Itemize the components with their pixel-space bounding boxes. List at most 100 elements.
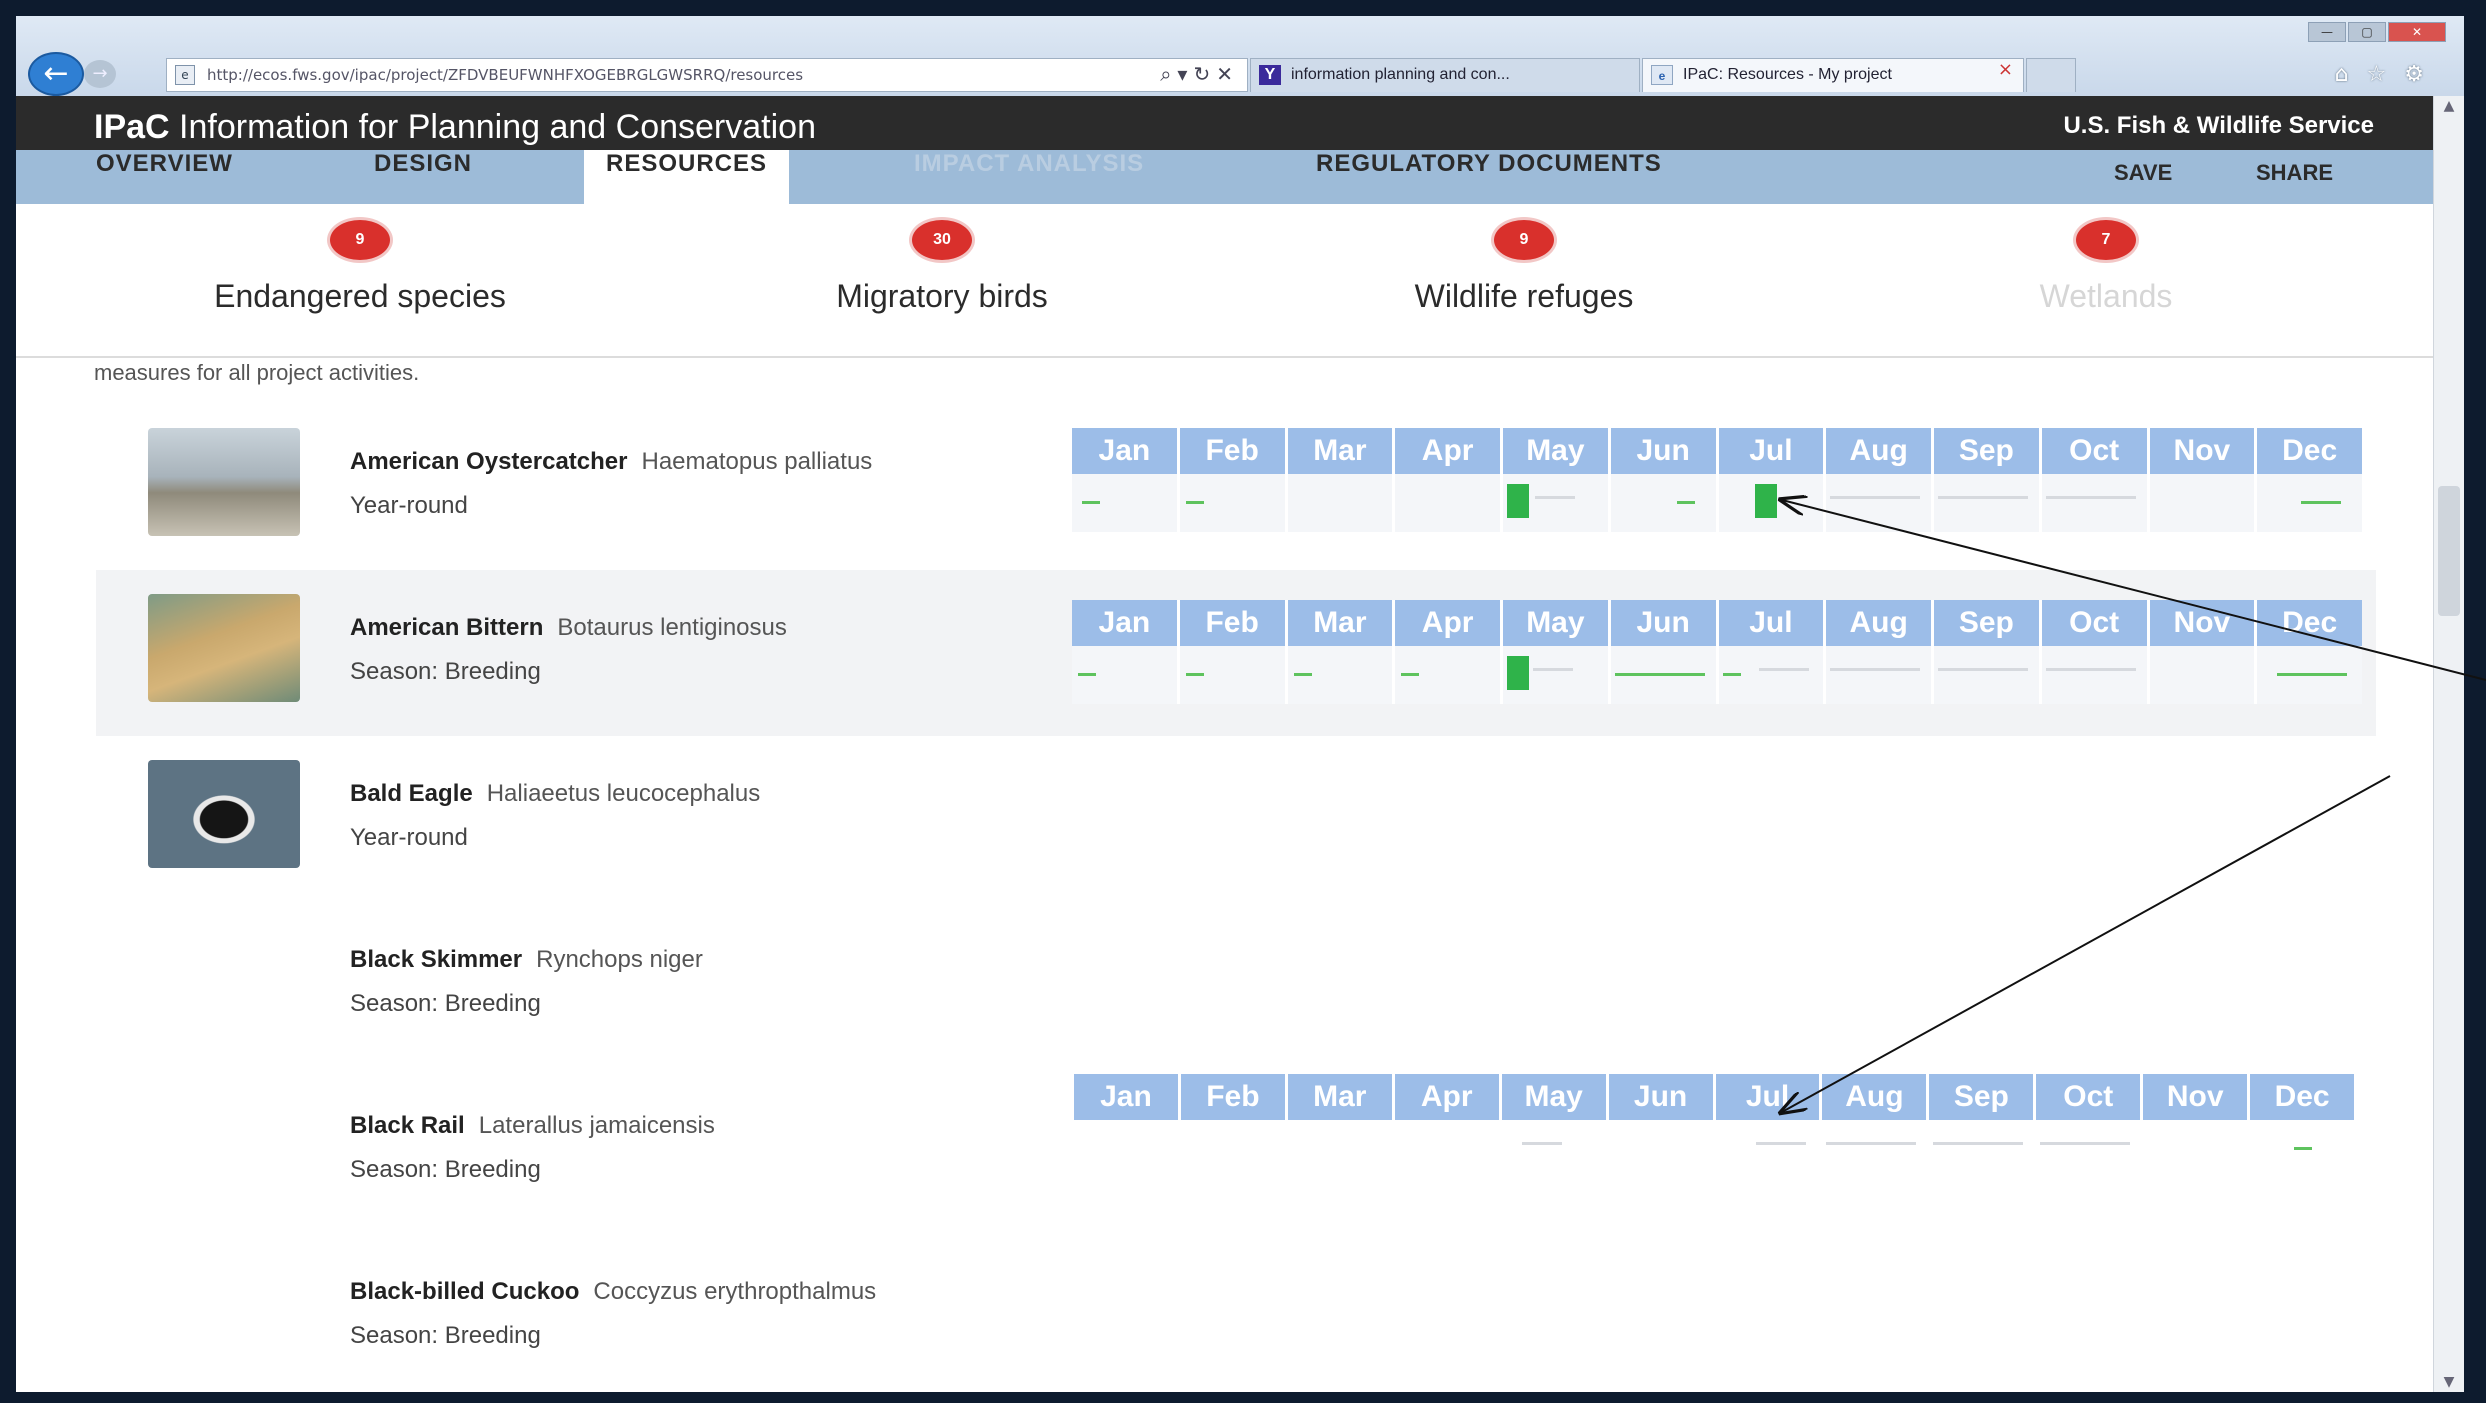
- month-label: Oct: [2042, 428, 2150, 474]
- browser-tab-search[interactable]: Y information planning and con...: [1250, 58, 1640, 92]
- month-label: Nov: [2143, 1074, 2251, 1120]
- new-tab-button[interactable]: [2026, 58, 2076, 92]
- scientific-name: Coccyzus erythropthalmus: [593, 1278, 877, 1305]
- tab-regulatory-documents[interactable]: REGULATORY DOCUMENTS: [1316, 150, 1662, 204]
- close-tab-icon[interactable]: ×: [1998, 59, 2013, 80]
- month-label: Nov: [2150, 428, 2258, 474]
- scroll-thumb[interactable]: [2438, 486, 2460, 616]
- bird-name-line: American Bittern Botaurus lentiginosus: [350, 614, 787, 642]
- presence-calendar-oystercatcher: Jan Feb Mar Apr May Jun Jul Aug Sep Oct Nov Dec: [1072, 428, 2362, 532]
- address-bar[interactable]: e http://ecos.fws.gov/ipac/project/ZFDVB…: [166, 58, 1248, 92]
- presence-mark: [2045, 496, 2136, 499]
- presence-mark: [1676, 501, 1695, 504]
- category-wetlands[interactable]: 7 Wetlands: [1896, 204, 2316, 315]
- tab-overview[interactable]: OVERVIEW: [96, 150, 233, 204]
- month-label: Jan: [1074, 1074, 1181, 1120]
- month-label: Aug: [1822, 1074, 1930, 1120]
- bird-photo: [148, 760, 300, 868]
- presence-mark: [1535, 496, 1575, 499]
- scroll-down-icon[interactable]: ▼: [2434, 1374, 2464, 1390]
- month-cell: [1288, 646, 1396, 704]
- month-cell: [1074, 1120, 1181, 1178]
- month-label: May: [1502, 1074, 1609, 1120]
- url-text[interactable]: http://ecos.fws.gov/ipac/project/ZFDVBEU…: [207, 66, 1067, 84]
- month-cell: [1716, 1120, 1823, 1178]
- site-icon: e: [175, 65, 195, 85]
- category-migratory-birds[interactable]: 30 Migratory birds: [732, 204, 1152, 315]
- common-name: American Oystercatcher: [350, 448, 628, 475]
- forward-arrow-icon[interactable]: →: [84, 60, 116, 88]
- month-label: Feb: [1180, 428, 1288, 474]
- favorites-star-icon[interactable]: ☆: [2367, 62, 2405, 87]
- bird-row[interactable]: Black-billed Cuckoo Coccyzus erythropthal…: [96, 1234, 2376, 1392]
- bird-name-line: Black Rail Laterallus jamaicensis: [350, 1112, 715, 1140]
- app-title[interactable]: IPaC Information for Planning and Conser…: [94, 108, 816, 147]
- month-label: Sep: [1934, 600, 2042, 646]
- month-label: Jan: [1072, 600, 1180, 646]
- month-cell: [1288, 474, 1396, 532]
- month-cell: [1826, 474, 1934, 532]
- month-cell: [1826, 646, 1934, 704]
- scroll-up-icon[interactable]: ▲: [2434, 98, 2464, 114]
- month-label: Mar: [1288, 428, 1396, 474]
- month-label: Apr: [1395, 1074, 1502, 1120]
- month-label: Aug: [1826, 428, 1934, 474]
- browser-tab-ipac[interactable]: e IPaC: Resources - My project ×: [1642, 58, 2024, 92]
- yahoo-icon: Y: [1259, 65, 1281, 85]
- presence-mark: [1185, 501, 1204, 504]
- presence-bar: [1754, 484, 1777, 518]
- month-label: May: [1503, 600, 1611, 646]
- month-cell: [1929, 1120, 2037, 1178]
- category-label: Wetlands: [2039, 278, 2173, 314]
- share-button[interactable]: SHARE: [2256, 160, 2333, 186]
- month-label: Dec: [2282, 606, 2338, 639]
- month-cell: [1181, 1120, 1288, 1178]
- brand-full: Information for Planning and Conservatio…: [179, 108, 816, 146]
- presence-row: [1074, 1120, 2354, 1178]
- common-name: Bald Eagle: [350, 780, 473, 807]
- home-icon[interactable]: ⌂: [2335, 62, 2367, 87]
- category-endangered-species[interactable]: 9 Endangered species: [150, 204, 570, 315]
- bird-name-line: Bald Eagle Haliaeetus leucocephalus: [350, 780, 760, 808]
- month-label: Sep: [1929, 1074, 2037, 1120]
- presence-mark: [1933, 1142, 2024, 1145]
- month-header: Jan Feb Mar Apr May Jun Jul Aug Sep Oct Nov Dec: [1072, 428, 2362, 474]
- count-badge: 9: [330, 220, 390, 260]
- maximize-button[interactable]: ▢: [2348, 22, 2386, 42]
- bird-name-line: Black Skimmer Rynchops niger: [350, 946, 703, 974]
- page-scrollbar[interactable]: ▲ ▼: [2433, 96, 2464, 1392]
- month-cell: [1395, 474, 1503, 532]
- presence-mark: [1830, 668, 1921, 671]
- month-cell: [1503, 474, 1611, 532]
- month-cell: [1719, 646, 1827, 704]
- tab-resources[interactable]: RESOURCES: [584, 150, 790, 204]
- presence-mark: [1826, 1142, 1917, 1145]
- month-label: Jun: [1611, 600, 1719, 646]
- category-wildlife-refuges[interactable]: 9 Wildlife refuges: [1314, 204, 1734, 315]
- season-text: Season: Breeding: [350, 658, 541, 685]
- tab-design[interactable]: DESIGN: [374, 150, 472, 204]
- month-label: Sep: [1934, 428, 2042, 474]
- save-button[interactable]: SAVE: [2114, 160, 2172, 186]
- common-name: Black-billed Cuckoo: [350, 1278, 580, 1305]
- minimize-button[interactable]: —: [2308, 22, 2346, 42]
- bird-row[interactable]: Bald Eagle Haliaeetus leucocephalus Year-…: [96, 736, 2376, 902]
- presence-calendar-bittern: Jan Feb Mar Apr May Jun Jul Aug Sep Oct Nov Dec: [1072, 600, 2362, 704]
- tab-impact-analysis: IMPACT ANALYSIS: [914, 150, 1145, 177]
- close-window-button[interactable]: ✕: [2388, 22, 2446, 42]
- bird-photo: [148, 428, 300, 536]
- presence-mark: [2040, 1142, 2131, 1145]
- month-cell: [1934, 474, 2042, 532]
- month-cell: [2250, 1120, 2354, 1178]
- bird-row[interactable]: Black Skimmer Rynchops niger Season: Bree…: [96, 902, 2376, 1068]
- season-text: Season: Breeding: [350, 990, 541, 1017]
- month-header: Jan Feb Mar Apr May Jun Jul Aug Sep Oct Nov Dec: [1074, 1074, 2354, 1120]
- presence-bar: [1507, 484, 1529, 518]
- month-cell: [2042, 646, 2150, 704]
- settings-gear-icon[interactable]: ⚙: [2404, 62, 2442, 87]
- back-arrow-icon[interactable]: ←: [28, 52, 84, 96]
- window-controls: — ▢ ✕: [2308, 22, 2446, 42]
- month-label: Apr: [1395, 428, 1503, 474]
- month-cell: [2150, 646, 2258, 704]
- address-tools[interactable]: ⌕▾↻✕: [1160, 62, 1239, 86]
